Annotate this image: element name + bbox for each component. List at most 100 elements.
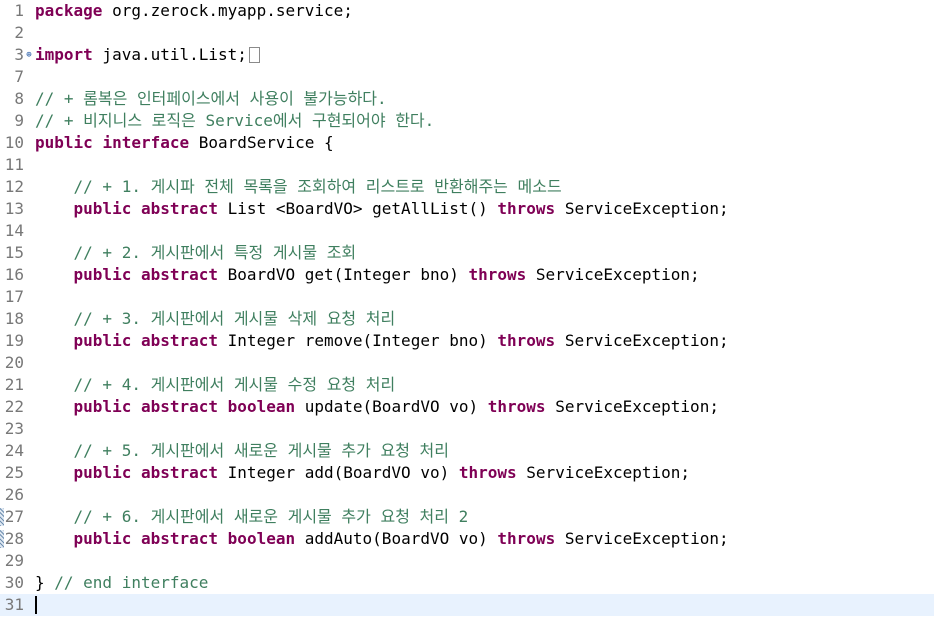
line-number: 8 bbox=[14, 89, 24, 108]
keyword-token: public bbox=[73, 397, 132, 416]
code-text[interactable]: public abstract boolean update(BoardVO v… bbox=[35, 396, 719, 418]
code-line[interactable]: 11 bbox=[0, 154, 934, 176]
line-number: 2 bbox=[14, 23, 24, 42]
code-text[interactable]: public interface BoardService { bbox=[35, 132, 334, 154]
text-cursor bbox=[35, 596, 37, 614]
keyword-token: abstract bbox=[140, 331, 219, 350]
code-text[interactable]: // + 6. 게시판에서 새로운 게시물 추가 요청 처리 2 bbox=[35, 506, 469, 528]
line-number: 12 bbox=[4, 177, 24, 196]
code-editor[interactable]: 1 package org.zerock.myapp.service; 2 3 ⊕ imp… bbox=[0, 0, 934, 622]
keyword-token: abstract bbox=[140, 529, 219, 548]
code-line[interactable]: 18 // + 3. 게시판에서 게시물 삭제 요청 처리 bbox=[0, 308, 934, 330]
keyword-token: abstract bbox=[140, 265, 219, 284]
code-line[interactable]: 8 // + 롬복은 인터페이스에서 사용이 불가능하다. bbox=[0, 88, 934, 110]
code-line[interactable]: 28 public abstract boolean addAuto(Board… bbox=[0, 528, 934, 550]
code-text[interactable]: // + 비지니스 로직은 Service에서 구현되어야 한다. bbox=[35, 110, 434, 132]
code-line[interactable]: 1 package org.zerock.myapp.service; bbox=[0, 0, 934, 22]
line-number: 30 bbox=[4, 573, 24, 592]
line-number: 21 bbox=[4, 375, 24, 394]
comment-token: // + 1. 게시파 전체 목록을 조회하여 리스트로 반환해주는 메소드 bbox=[73, 177, 562, 196]
code-text[interactable]: public abstract List <BoardVO> getAllLis… bbox=[35, 198, 729, 220]
code-line[interactable]: 21 // + 4. 게시판에서 게시물 수정 요청 처리 bbox=[0, 374, 934, 396]
keyword-token: abstract bbox=[140, 463, 219, 482]
code-token: ServiceException; bbox=[526, 265, 700, 284]
code-line[interactable]: 19 public abstract Integer remove(Intege… bbox=[0, 330, 934, 352]
code-line[interactable]: 13 public abstract List <BoardVO> getAll… bbox=[0, 198, 934, 220]
code-line[interactable]: 2 bbox=[0, 22, 934, 44]
code-token: org.zerock.myapp.service; bbox=[102, 1, 353, 20]
code-text[interactable]: } // end interface bbox=[35, 572, 208, 594]
code-token: Integer add(BoardVO vo) bbox=[218, 463, 459, 482]
line-number: 15 bbox=[4, 243, 24, 262]
code-text[interactable]: public abstract boolean addAuto(BoardVO … bbox=[35, 528, 729, 550]
line-number: 19 bbox=[4, 331, 24, 350]
line-number: 13 bbox=[4, 199, 24, 218]
code-text[interactable] bbox=[35, 594, 37, 616]
code-token: update(BoardVO vo) bbox=[295, 397, 488, 416]
code-text[interactable]: // + 3. 게시판에서 게시물 삭제 요청 처리 bbox=[35, 308, 396, 330]
code-line[interactable]: 12 // + 1. 게시파 전체 목록을 조회하여 리스트로 반환해주는 메소… bbox=[0, 176, 934, 198]
code-token: ServiceException; bbox=[555, 529, 729, 548]
code-line[interactable]: 3 ⊕ import java.util.List; bbox=[0, 44, 934, 66]
line-number: 31 bbox=[4, 595, 24, 614]
code-line[interactable]: 26 bbox=[0, 484, 934, 506]
keyword-token: throws bbox=[487, 397, 546, 416]
comment-token: // + 4. 게시판에서 게시물 수정 요청 처리 bbox=[73, 375, 396, 394]
code-text[interactable]: // + 롬복은 인터페이스에서 사용이 불가능하다. bbox=[35, 88, 387, 110]
code-text[interactable]: // + 1. 게시파 전체 목록을 조회하여 리스트로 반환해주는 메소드 bbox=[35, 176, 562, 198]
keyword-token: public bbox=[73, 265, 132, 284]
code-text[interactable]: // + 4. 게시판에서 게시물 수정 요청 처리 bbox=[35, 374, 396, 396]
code-line[interactable]: 9 // + 비지니스 로직은 Service에서 구현되어야 한다. bbox=[0, 110, 934, 132]
code-text[interactable]: package org.zerock.myapp.service; bbox=[35, 0, 353, 22]
keyword-token: public bbox=[73, 199, 132, 218]
code-line[interactable]: 27 // + 6. 게시판에서 새로운 게시물 추가 요청 처리 2 bbox=[0, 506, 934, 528]
line-number: 28 bbox=[4, 529, 24, 548]
code-text[interactable]: public abstract BoardVO get(Integer bno)… bbox=[35, 264, 700, 286]
code-line[interactable]: 14 bbox=[0, 220, 934, 242]
code-line[interactable]: 20 bbox=[0, 352, 934, 374]
line-number: 18 bbox=[4, 309, 24, 328]
line-number: 23 bbox=[4, 419, 24, 438]
code-line[interactable]: 24 // + 5. 게시판에서 새로운 게시물 추가 요청 처리 bbox=[0, 440, 934, 462]
keyword-token: import bbox=[35, 45, 93, 64]
code-token: BoardVO get(Integer bno) bbox=[218, 265, 469, 284]
code-line[interactable]: 29 bbox=[0, 550, 934, 572]
keyword-token: boolean bbox=[227, 529, 296, 548]
line-number: 16 bbox=[4, 265, 24, 284]
code-line[interactable]: 17 bbox=[0, 286, 934, 308]
code-text[interactable]: // + 5. 게시판에서 새로운 게시물 추가 요청 처리 bbox=[35, 440, 449, 462]
code-token: ServiceException; bbox=[545, 397, 719, 416]
code-line[interactable]: 25 public abstract Integer add(BoardVO v… bbox=[0, 462, 934, 484]
code-line[interactable]: 30 } // end interface bbox=[0, 572, 934, 594]
code-line[interactable]: 10 public interface BoardService { bbox=[0, 132, 934, 154]
code-line[interactable]: 16 public abstract BoardVO get(Integer b… bbox=[0, 264, 934, 286]
code-text[interactable]: public abstract Integer add(BoardVO vo) … bbox=[35, 462, 691, 484]
code-text[interactable]: import java.util.List; bbox=[35, 44, 260, 66]
code-line[interactable]: 15 // + 2. 게시판에서 특정 게시물 조회 bbox=[0, 242, 934, 264]
expand-fold-icon[interactable]: ⊕ bbox=[24, 44, 34, 66]
code-line[interactable]: 7 bbox=[0, 66, 934, 88]
comment-token: // end interface bbox=[54, 573, 209, 592]
keyword-token: package bbox=[35, 1, 103, 20]
code-line[interactable]: 31 bbox=[0, 594, 934, 616]
keyword-token: throws bbox=[497, 529, 556, 548]
line-number: 17 bbox=[4, 287, 24, 306]
code-text[interactable]: // + 2. 게시판에서 특정 게시물 조회 bbox=[35, 242, 357, 264]
code-text[interactable]: public abstract Integer remove(Integer b… bbox=[35, 330, 729, 352]
code-line[interactable]: 23 bbox=[0, 418, 934, 440]
keyword-token: public bbox=[73, 331, 132, 350]
keyword-token: abstract bbox=[140, 199, 219, 218]
code-line[interactable]: 22 public abstract boolean update(BoardV… bbox=[0, 396, 934, 418]
comment-token: // + 5. 게시판에서 새로운 게시물 추가 요청 처리 bbox=[73, 441, 449, 460]
folded-region-icon[interactable] bbox=[248, 47, 260, 63]
